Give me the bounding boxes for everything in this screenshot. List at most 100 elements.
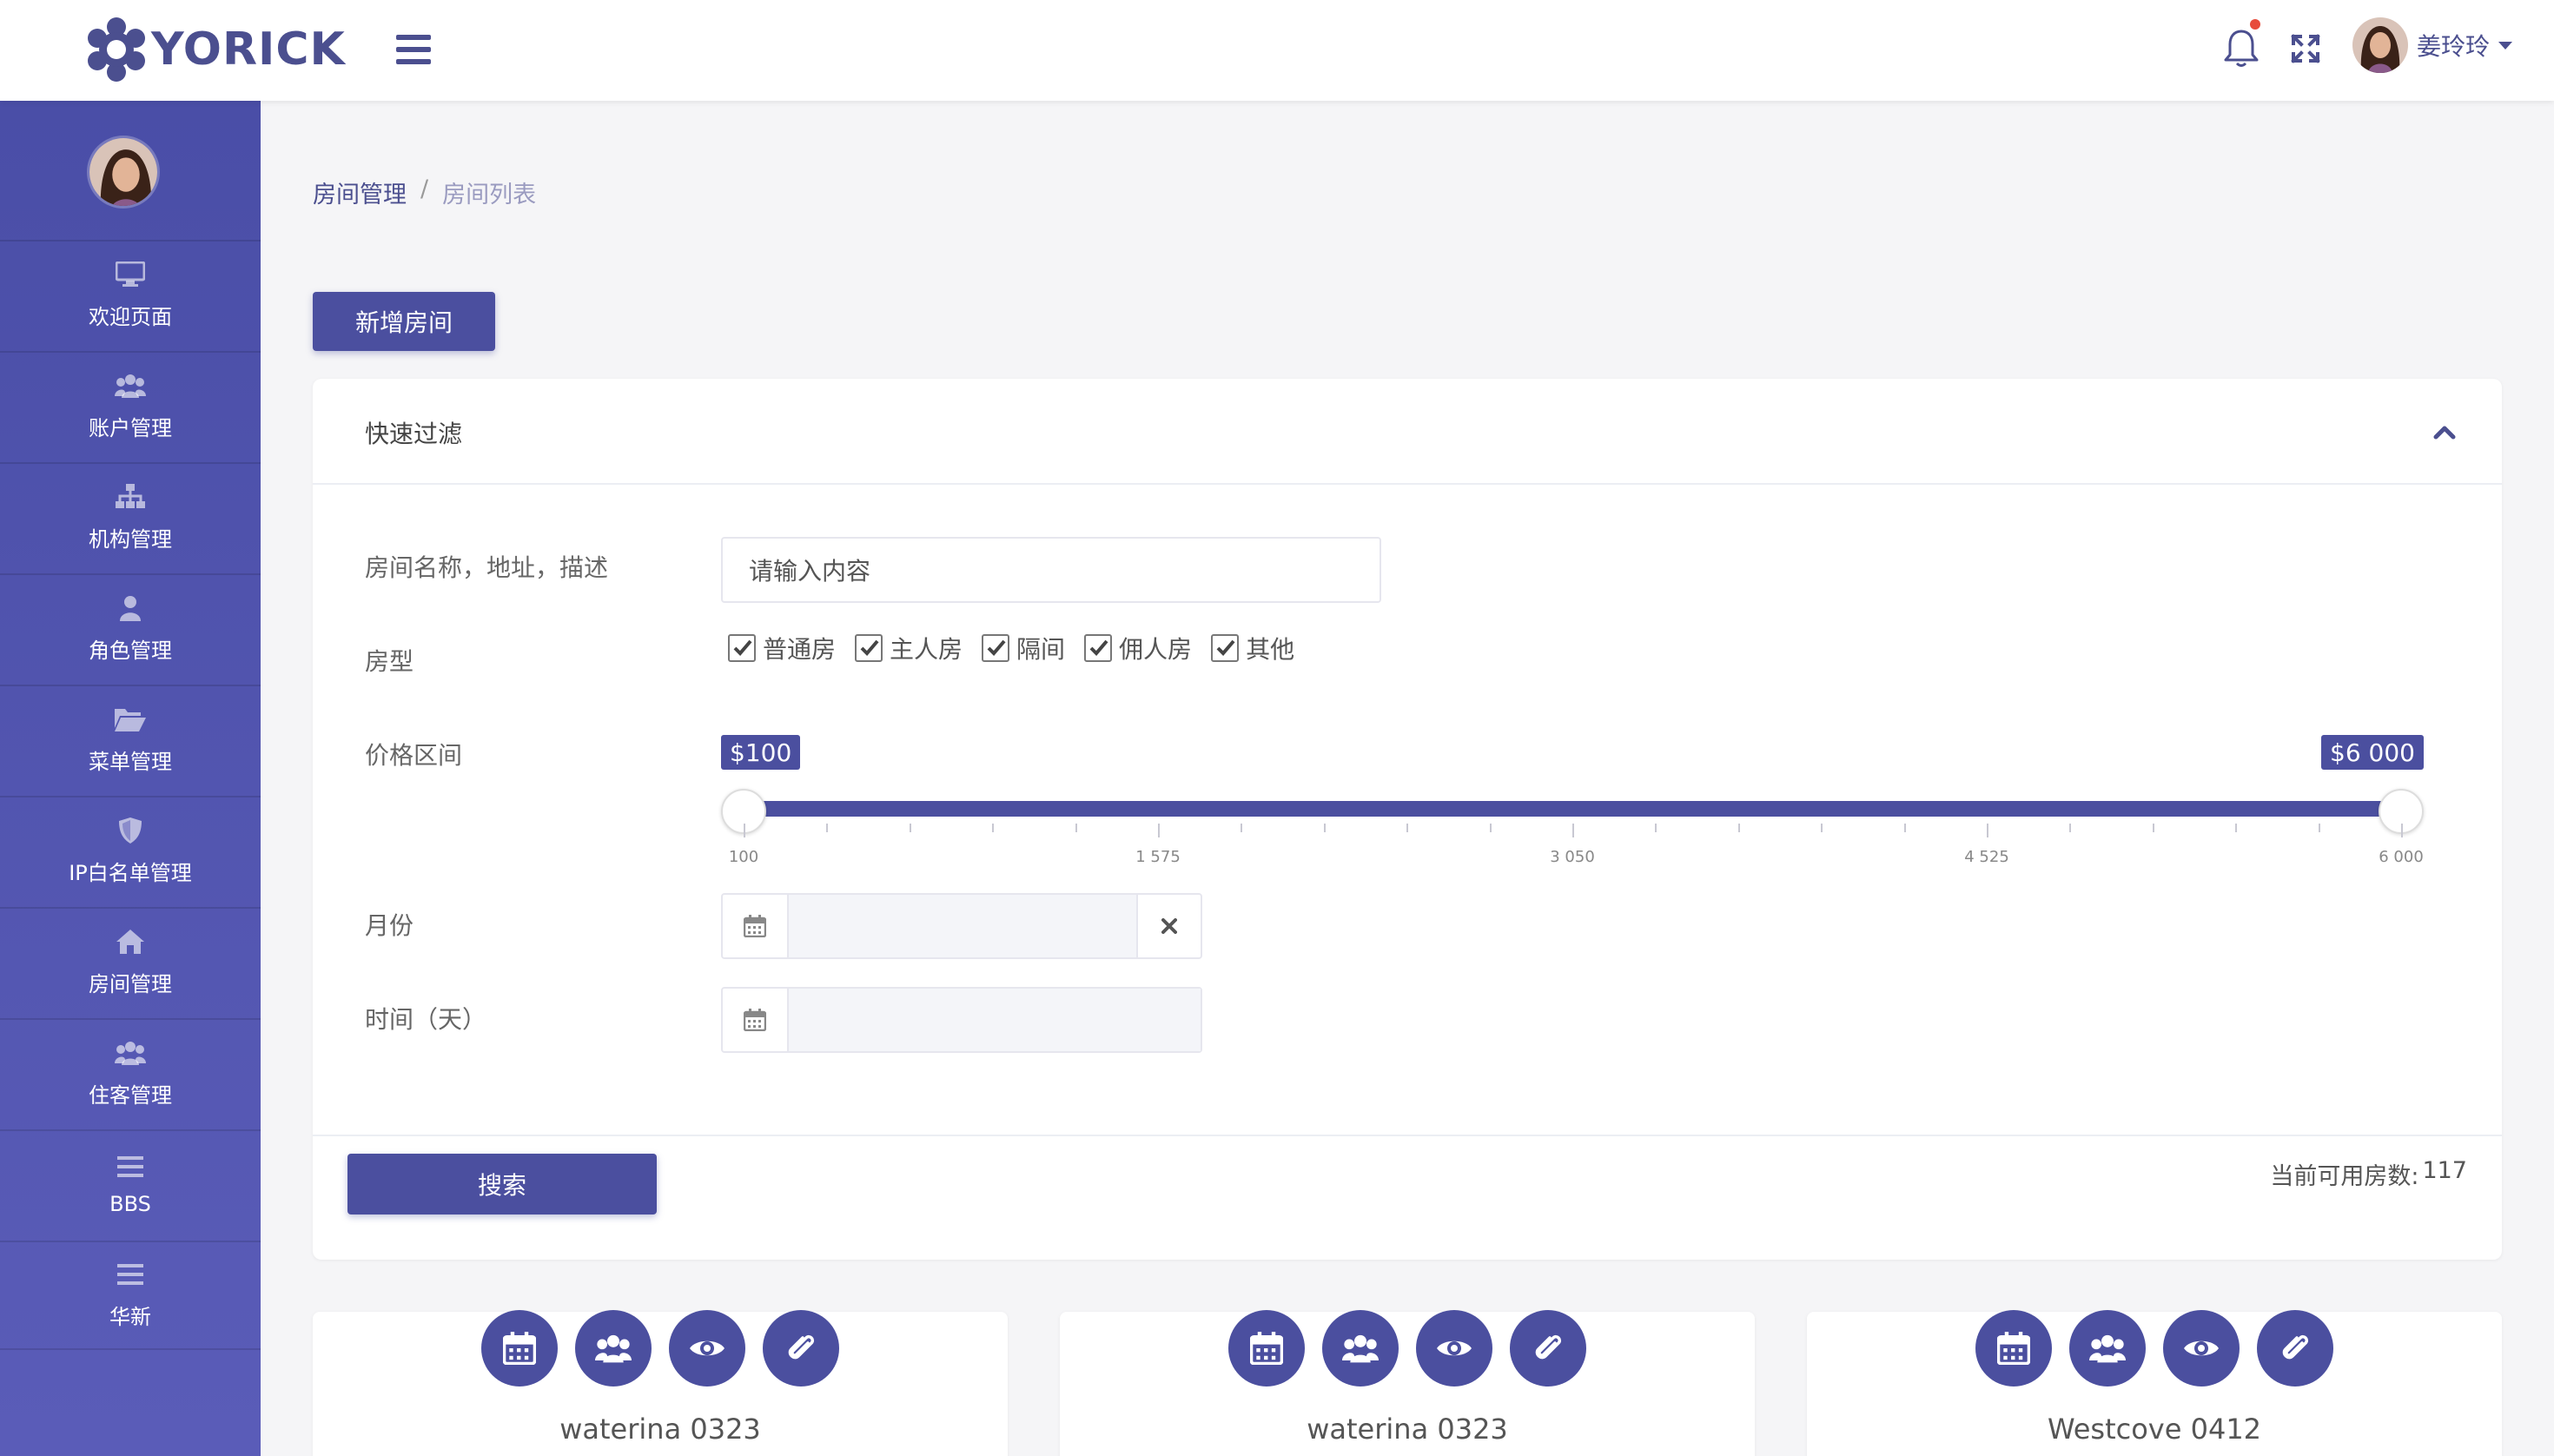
room-name: Westcove 0412 [2047,1413,2262,1446]
sidebar-item-label: 房间管理 [89,971,172,996]
eye-icon[interactable] [2163,1310,2240,1387]
room-name: waterina 0323 [1307,1413,1508,1446]
slider-tick [1737,824,1740,832]
user-name: 姜玲玲 [2417,32,2491,61]
room-type-checkbox-label: 隔间 [1016,635,1066,664]
slider-tick [744,824,745,837]
add-room-button[interactable]: 新增房间 [313,292,495,351]
room-type-checkbox[interactable]: 主人房 [855,631,963,665]
month-picker [721,893,1202,959]
logo[interactable]: YORICK [83,14,346,85]
close-icon[interactable] [1136,895,1201,957]
divider [313,1135,2502,1136]
room-type-checkbox[interactable]: 佣人房 [1084,631,1192,665]
slider-tick [1903,824,1906,832]
days-label: 时间（天） [365,1005,487,1034]
home-icon [115,929,146,955]
days-input[interactable] [789,989,1201,1051]
room-type-checkbox[interactable]: 其他 [1211,631,1294,665]
slider-tick [1075,824,1077,832]
paperclip-icon[interactable] [1510,1310,1586,1387]
eye-icon[interactable] [1416,1310,1492,1387]
calendar-icon[interactable] [723,989,789,1051]
sidebar-item-huaxin[interactable]: 华新 [0,1241,261,1350]
sidebar-item-accounts[interactable]: 账户管理 [0,351,261,460]
slider-tick [1158,824,1160,837]
price-range-slider: $100 $6 000 100 1 575 3 050 4 525 6 000 [721,735,2424,866]
slider-tick [2069,824,2072,832]
room-card-actions [1807,1310,2502,1387]
sidebar-item-label: 住客管理 [89,1082,172,1108]
sidebar-item-label: 机构管理 [89,526,172,552]
sidebar-item-label: 账户管理 [89,415,172,440]
chevron-up-icon[interactable] [2432,420,2457,445]
sidebar-item-welcome[interactable]: 欢迎页面 [0,240,261,349]
sidebar-item-ip-whitelist[interactable]: IP白名单管理 [0,796,261,905]
slider-tick [2152,824,2154,832]
breadcrumb-current: 房间列表 [442,182,537,208]
sidebar-item-roles[interactable]: 角色管理 [0,573,261,683]
fullscreen-icon[interactable] [2290,33,2321,64]
room-card: waterina 0323 [1060,1310,1755,1456]
calendar-icon[interactable] [1228,1310,1305,1387]
calendar-icon[interactable] [481,1310,558,1387]
available-rooms-label: 当前可用房数: [2270,1163,2419,1190]
breadcrumb-link[interactable]: 房间管理 [313,175,407,209]
name-filter-input[interactable]: 请输入内容 [721,537,1381,603]
user-menu[interactable]: 姜玲玲 [2352,17,2513,73]
monitor-icon [115,261,146,288]
bell-icon[interactable] [2222,26,2260,69]
price-min-tag: $100 [721,735,801,770]
sidebar-item-label: 欢迎页面 [89,304,172,329]
paperclip-icon[interactable] [2257,1310,2333,1387]
checkbox-checked-icon[interactable] [982,634,1010,662]
caret-down-icon [2498,41,2513,50]
checkbox-checked-icon[interactable] [1084,634,1113,662]
checkbox-checked-icon[interactable] [728,634,756,662]
calendar-icon[interactable] [723,895,789,957]
filter-panel-header[interactable]: 快速过滤 [313,379,2502,485]
room-type-checkboxes: 普通房 主人房 隔间 佣人房 其他 [728,631,1294,665]
slider-tick [1987,824,1988,837]
slider-tick [1655,824,1657,832]
search-button[interactable]: 搜索 [347,1154,657,1214]
users-icon[interactable] [2069,1310,2146,1387]
shield-icon [115,817,146,844]
menu-toggle-icon[interactable] [396,35,431,64]
users-icon[interactable] [575,1310,652,1387]
calendar-icon[interactable] [1975,1310,2052,1387]
month-input[interactable] [789,895,1136,957]
sidebar-item-label: IP白名单管理 [69,860,192,885]
name-filter-label: 房间名称，地址，描述 [365,553,609,582]
avatar [2352,17,2408,73]
users-icon [115,373,146,399]
checkbox-checked-icon[interactable] [1211,634,1240,662]
sidebar-item-bbs[interactable]: BBS [0,1129,261,1239]
room-type-checkbox-label: 佣人房 [1119,635,1193,664]
room-card-actions [1060,1310,1755,1387]
users-icon [115,1040,146,1066]
breadcrumb-separator: / [420,175,429,202]
users-icon[interactable] [1322,1310,1399,1387]
slider-tick [992,824,995,832]
notification-dot [2250,19,2260,30]
paperclip-icon[interactable] [763,1310,839,1387]
slider-tick-label: 4 525 [1964,848,2009,866]
sidebar-item-menus[interactable]: 菜单管理 [0,685,261,794]
list-icon [115,1261,146,1287]
room-type-label: 房型 [365,647,414,676]
room-card: waterina 0323 [313,1310,1008,1456]
sidebar-item-label: 菜单管理 [89,749,172,774]
checkbox-checked-icon[interactable] [855,634,883,662]
sidebar-item-guests[interactable]: 住客管理 [0,1018,261,1128]
slider-tick [909,824,911,832]
folder-open-icon [115,706,146,732]
sidebar-item-rooms[interactable]: 房间管理 [0,907,261,1016]
eye-icon[interactable] [669,1310,745,1387]
price-range-track[interactable] [744,801,2398,817]
room-type-checkbox[interactable]: 隔间 [982,631,1065,665]
room-type-checkbox-label: 主人房 [890,635,963,664]
user-icon [115,595,146,621]
room-type-checkbox[interactable]: 普通房 [728,631,836,665]
sidebar-item-organizations[interactable]: 机构管理 [0,462,261,572]
